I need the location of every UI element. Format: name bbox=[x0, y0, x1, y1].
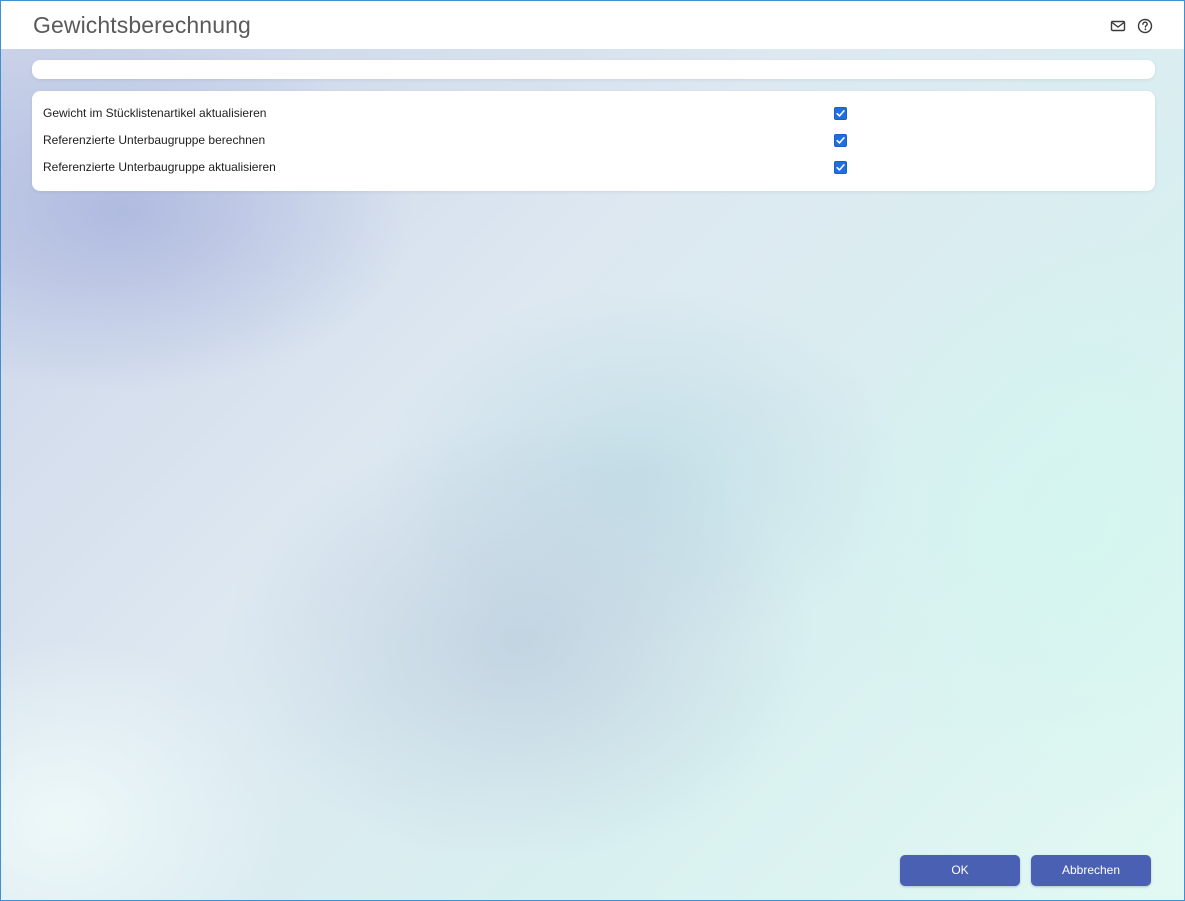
option-row-calc-subassembly: Referenzierte Unterbaugruppe berechnen bbox=[32, 130, 1155, 152]
dialog-title: Gewichtsberechnung bbox=[33, 12, 251, 38]
option-label: Referenzierte Unterbaugruppe aktualisier… bbox=[43, 160, 276, 174]
update-weight-checkbox[interactable] bbox=[834, 107, 847, 120]
option-row-update-subassembly: Referenzierte Unterbaugruppe aktualisier… bbox=[32, 157, 1155, 179]
top-panel bbox=[32, 60, 1155, 79]
option-row-update-weight: Gewicht im Stücklistenartikel aktualisie… bbox=[32, 103, 1155, 125]
help-icon[interactable] bbox=[1137, 18, 1153, 34]
ok-button[interactable]: OK bbox=[900, 855, 1020, 886]
cancel-button[interactable]: Abbrechen bbox=[1031, 855, 1151, 886]
update-subassembly-checkbox[interactable] bbox=[834, 161, 847, 174]
check-icon bbox=[836, 110, 845, 117]
title-bar: Gewichtsberechnung bbox=[1, 1, 1184, 49]
calc-subassembly-checkbox[interactable] bbox=[834, 134, 847, 147]
check-icon bbox=[836, 137, 845, 144]
mail-icon[interactable] bbox=[1110, 18, 1126, 34]
dialog-window: Gewichtsberechnung Gewicht im Stückliste… bbox=[0, 0, 1185, 901]
option-label: Gewicht im Stücklistenartikel aktualisie… bbox=[43, 106, 267, 120]
check-icon bbox=[836, 164, 845, 171]
option-label: Referenzierte Unterbaugruppe berechnen bbox=[43, 133, 266, 147]
options-panel: Gewicht im Stücklistenartikel aktualisie… bbox=[32, 91, 1155, 191]
